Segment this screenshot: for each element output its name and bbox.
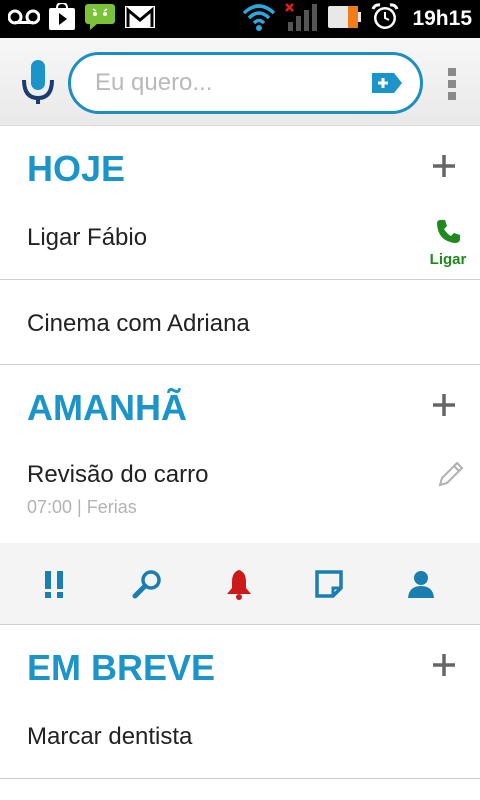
alarm-icon [370,2,400,37]
section-header-today: HOJE [0,126,480,210]
priority-icon[interactable] [38,567,72,601]
add-task-icon[interactable] [430,152,458,180]
task-title: Cinema com Adriana [27,310,250,337]
gmail-icon [124,5,156,34]
add-tag-icon[interactable] [370,71,404,95]
call-label: Ligar [429,251,467,268]
note-icon[interactable] [312,567,346,601]
android-chat-icon [84,3,116,36]
section-title: HOJE [27,148,126,189]
task-item[interactable]: Cinema com Adriana [0,280,480,365]
microphone-icon[interactable] [20,58,56,108]
status-bar: 19h15 [0,0,480,38]
section-title: AMANHÃ [27,387,187,428]
section-header-soon: EM BREVE [0,625,480,709]
signal-off-icon [284,2,318,37]
task-item[interactable]: Marcar dentista [0,709,480,779]
task-subtitle: 07:00 | Ferias [27,497,137,517]
task-item[interactable]: Revisão do carro 07:00 | Ferias [0,449,480,543]
play-store-icon [48,1,76,36]
task-actions-toolbar [0,543,480,625]
battery-icon [326,3,362,36]
bell-icon[interactable] [222,567,256,601]
task-title: Marcar dentista [27,723,193,750]
app-toolbar [0,38,480,126]
task-title: Revisão do carro [27,461,209,488]
overflow-menu-icon[interactable] [448,68,458,100]
phone-icon [435,220,461,248]
wifi-icon [242,2,276,37]
call-button[interactable]: Ligar [428,218,468,268]
search-icon[interactable] [130,567,164,601]
search-input[interactable] [93,67,353,99]
notification-icons [7,1,156,36]
search-bar[interactable] [68,52,423,114]
section-header-tomorrow: AMANHÃ [0,365,480,449]
task-item[interactable]: Ligar Fábio Ligar [0,210,480,280]
add-task-icon[interactable] [430,651,458,679]
voicemail-icon [7,8,41,31]
task-list: HOJE Ligar Fábio Ligar Cinema com Adrian… [0,126,480,779]
task-title: Ligar Fábio [27,224,148,251]
edit-pencil-icon[interactable] [436,459,466,494]
add-task-icon[interactable] [430,391,458,419]
contact-icon[interactable] [404,567,438,601]
system-icons: 19h15 [242,2,472,37]
clock: 19h15 [412,7,472,30]
section-title: EM BREVE [27,647,216,688]
